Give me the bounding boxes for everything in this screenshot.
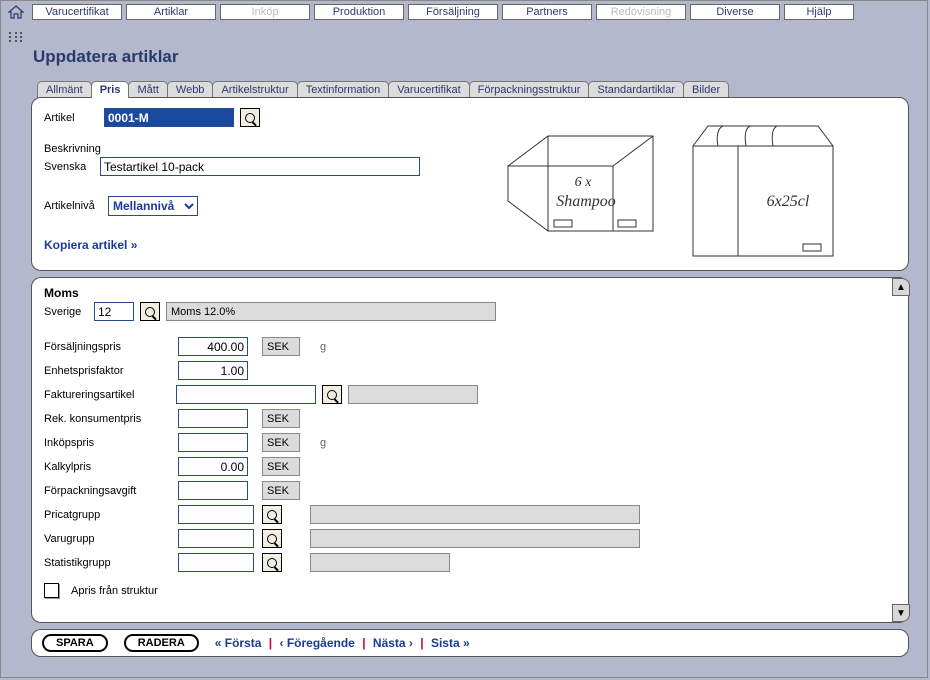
- faktureringsartikel-input[interactable]: [176, 385, 316, 404]
- rek-input[interactable]: [178, 409, 248, 428]
- artikelniva-label: Artikelnivå: [44, 200, 102, 212]
- artikel-input[interactable]: [104, 108, 234, 127]
- artikel-label: Artikel: [44, 112, 98, 124]
- menu-inkop: Inköp: [220, 4, 310, 20]
- kalkyl-currency: SEK: [262, 457, 300, 476]
- tab-artikelstruktur[interactable]: Artikelstruktur: [212, 81, 297, 98]
- faktureringsartikel-display: [348, 385, 478, 404]
- forsaljningspris-currency: SEK: [262, 337, 300, 356]
- svenska-label: Svenska: [44, 161, 94, 173]
- inkop-input[interactable]: [178, 433, 248, 452]
- nav-next-link[interactable]: Nästa ›: [373, 636, 413, 650]
- forsaljningspris-unit-hint: g: [320, 341, 340, 353]
- menu-forsaljning[interactable]: Försäljning: [408, 4, 498, 20]
- tab-standardartiklar[interactable]: Standardartiklar: [588, 81, 684, 98]
- kalkyl-label: Kalkylpris: [44, 461, 174, 473]
- stat-label: Statistikgrupp: [44, 557, 174, 569]
- forpack-currency: SEK: [262, 481, 300, 500]
- home-icon[interactable]: [8, 5, 24, 22]
- forpack-input[interactable]: [178, 481, 248, 500]
- magnifier-icon: [267, 558, 277, 568]
- pricat-label: Pricatgrupp: [44, 509, 174, 521]
- magnifier-icon: [245, 113, 255, 123]
- stat-lookup-button[interactable]: [262, 553, 282, 572]
- tab-pris[interactable]: Pris: [91, 81, 130, 98]
- page-title: Uppdatera artiklar: [33, 47, 921, 67]
- tab-allmant[interactable]: Allmänt: [37, 81, 92, 98]
- apris-checkbox[interactable]: [44, 583, 59, 598]
- stat-input[interactable]: [178, 553, 254, 572]
- inkop-unit-hint: g: [320, 437, 340, 449]
- menu-redovisning: Redovisning: [596, 4, 686, 20]
- forpack-label: Förpackningsavgift: [44, 485, 174, 497]
- stat-display: [310, 553, 450, 572]
- kalkyl-input[interactable]: [178, 457, 248, 476]
- varu-label: Varugrupp: [44, 533, 174, 545]
- tab-bar: Allmänt Pris Mått Webb Artikelstruktur T…: [37, 81, 923, 98]
- action-footer: SPARA RADERA « Första | ‹ Föregående | N…: [31, 629, 909, 657]
- menu-hjalp[interactable]: Hjälp: [784, 4, 854, 20]
- left-gutter: [3, 4, 28, 42]
- forsaljningspris-input[interactable]: [178, 337, 248, 356]
- faktureringsartikel-lookup-button[interactable]: [322, 385, 342, 404]
- svg-text:6x25cl: 6x25cl: [767, 193, 810, 210]
- varu-display: [310, 529, 640, 548]
- main-menu: Varucertifikat Artiklar Inköp Produktion…: [28, 4, 854, 20]
- moms-rate-input[interactable]: [94, 302, 134, 321]
- magnifier-icon: [267, 534, 277, 544]
- grip-icon[interactable]: [9, 32, 22, 42]
- tab-bilder[interactable]: Bilder: [683, 81, 729, 98]
- tab-webb[interactable]: Webb: [167, 81, 214, 98]
- enhetsprisfaktor-label: Enhetsprisfaktor: [44, 365, 174, 377]
- moms-display: Moms 12.0%: [166, 302, 496, 321]
- menu-produktion[interactable]: Produktion: [314, 4, 404, 20]
- delete-button[interactable]: RADERA: [124, 634, 199, 652]
- rek-label: Rek. konsumentpris: [44, 413, 174, 425]
- page-body: Uppdatera artiklar Allmänt Pris Mått Web…: [31, 29, 923, 657]
- tab-textinformation[interactable]: Textinformation: [297, 81, 390, 98]
- tab-matt[interactable]: Mått: [128, 81, 167, 98]
- inkop-label: Inköpspris: [44, 437, 174, 449]
- svg-text:Shampoo: Shampoo: [556, 193, 616, 210]
- inkop-currency: SEK: [262, 433, 300, 452]
- moms-country-label: Sverige: [44, 306, 88, 318]
- pricat-lookup-button[interactable]: [262, 505, 282, 524]
- artikelniva-select[interactable]: Mellannivå: [108, 196, 198, 216]
- svenska-input[interactable]: [100, 157, 420, 176]
- moms-lookup-button[interactable]: [140, 302, 160, 321]
- menu-partners[interactable]: Partners: [502, 4, 592, 20]
- nav-first-link[interactable]: « Första: [215, 636, 262, 650]
- nav-last-link[interactable]: Sista »: [431, 636, 470, 650]
- tab-forpackningsstruktur[interactable]: Förpackningsstruktur: [469, 81, 590, 98]
- box-text: 6 x: [575, 175, 593, 190]
- artikel-lookup-button[interactable]: [240, 108, 260, 127]
- article-illustration: 6 x Shampoo 6x25cl: [488, 106, 868, 266]
- magnifier-icon: [145, 307, 155, 317]
- tab-varucertifikat[interactable]: Varucertifikat: [388, 81, 469, 98]
- kopiera-artikel-link[interactable]: Kopiera artikel »: [44, 238, 137, 252]
- record-nav: « Första | ‹ Föregående | Nästa › | Sist…: [215, 636, 470, 650]
- magnifier-icon: [327, 390, 337, 400]
- article-header-panel: Artikel Beskrivning Svenska Artikelnivå …: [31, 97, 909, 271]
- pricat-display: [310, 505, 640, 524]
- varu-lookup-button[interactable]: [262, 529, 282, 548]
- nav-prev-link[interactable]: ‹ Föregående: [280, 636, 355, 650]
- scroll-up-button[interactable]: ▲: [892, 278, 910, 296]
- save-button[interactable]: SPARA: [42, 634, 108, 652]
- magnifier-icon: [267, 510, 277, 520]
- rek-currency: SEK: [262, 409, 300, 428]
- app-frame: Varucertifikat Artiklar Inköp Produktion…: [0, 0, 928, 678]
- faktureringsartikel-label: Faktureringsartikel: [44, 389, 170, 401]
- varu-input[interactable]: [178, 529, 254, 548]
- menu-diverse[interactable]: Diverse: [690, 4, 780, 20]
- enhetsprisfaktor-input[interactable]: [178, 361, 248, 380]
- pricat-input[interactable]: [178, 505, 254, 524]
- forsaljningspris-label: Försäljningspris: [44, 341, 174, 353]
- menu-varucertifikat[interactable]: Varucertifikat: [32, 4, 122, 20]
- menu-artiklar[interactable]: Artiklar: [126, 4, 216, 20]
- price-panel: ▲ ▼ Moms Sverige Moms 12.0% Försäljnings…: [31, 277, 909, 623]
- apris-label: Apris från struktur: [71, 585, 158, 597]
- moms-section-title: Moms: [44, 286, 896, 300]
- scroll-down-button[interactable]: ▼: [892, 604, 910, 622]
